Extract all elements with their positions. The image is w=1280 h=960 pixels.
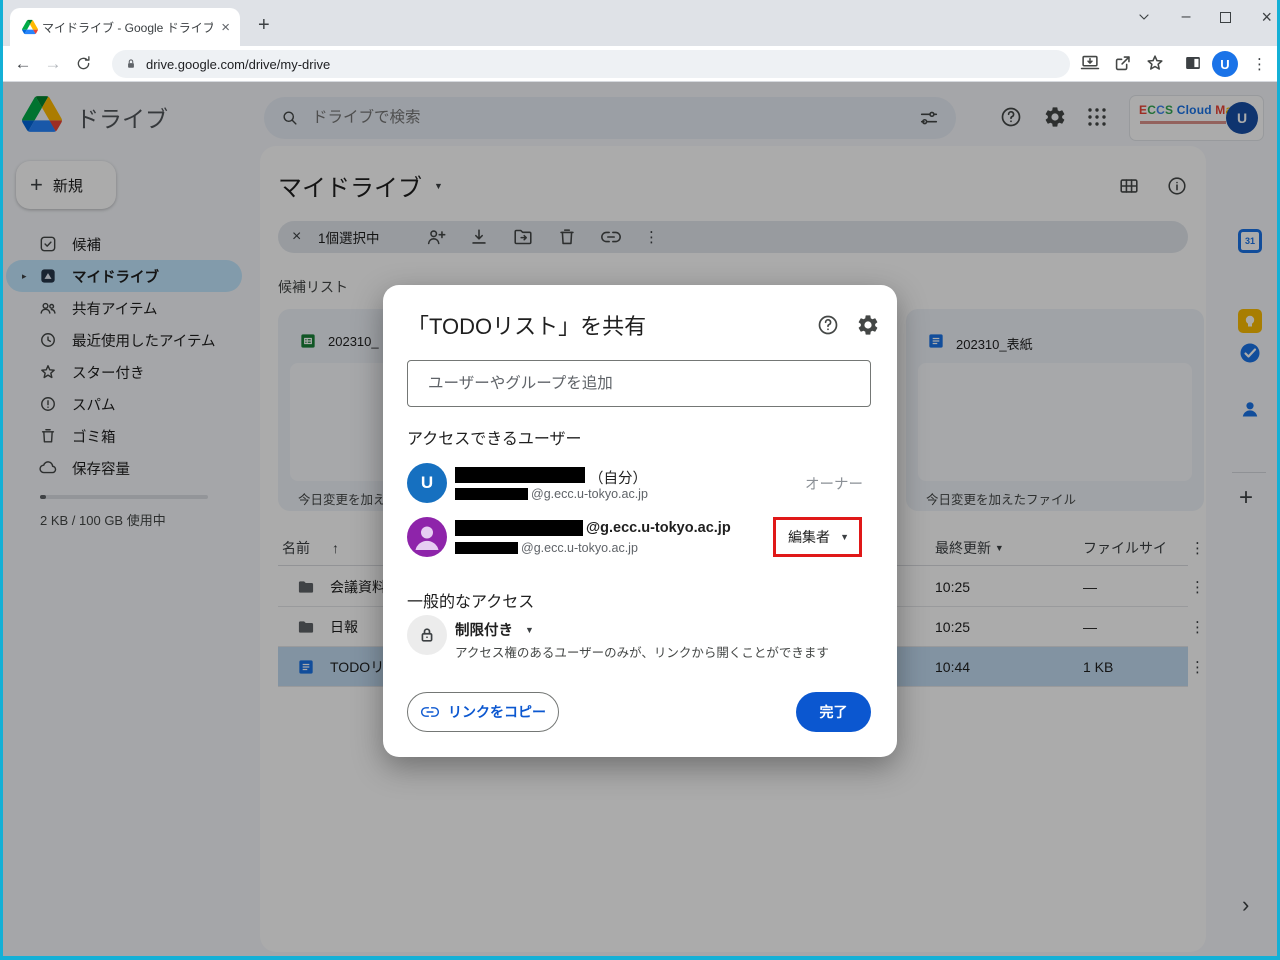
back-button[interactable]: ← bbox=[8, 54, 38, 74]
browser-avatar[interactable]: U bbox=[1212, 51, 1238, 77]
general-access-dropdown[interactable]: 制限付き ▼ bbox=[455, 619, 534, 640]
browser-titlebar: マイドライブ - Google ドライブ × + – × bbox=[0, 0, 1280, 46]
tab-close-icon[interactable]: × bbox=[221, 19, 230, 36]
url-text: drive.google.com/drive/my-drive bbox=[146, 57, 330, 72]
access-caret-icon: ▼ bbox=[525, 625, 534, 635]
owner-email-domain: @g.ecc.u-tokyo.ac.jp bbox=[531, 487, 648, 501]
drive-page: ドライブ ECCS Cloud Mail U + 新規 候補 ▸ マイドライブ … bbox=[0, 82, 1280, 960]
person-row-editor[interactable]: @g.ecc.u-tokyo.ac.jp @g.ecc.u-tokyo.ac.j… bbox=[383, 515, 897, 567]
install-icon[interactable] bbox=[1079, 52, 1101, 74]
window-close-button[interactable]: × bbox=[1261, 7, 1272, 28]
person-icon bbox=[407, 517, 447, 557]
redacted-name bbox=[455, 467, 585, 483]
bookmark-star-icon[interactable] bbox=[1144, 52, 1166, 74]
dialog-title: 「TODOリスト」を共有 bbox=[407, 309, 646, 341]
lock-icon bbox=[124, 57, 138, 71]
editor-role-dropdown[interactable]: 編集者 ▼ bbox=[773, 517, 862, 557]
window-minimize-button[interactable]: – bbox=[1182, 8, 1191, 26]
restricted-description: アクセス権のあるユーザーのみが、リンクから開くことができます bbox=[455, 642, 829, 661]
add-people-input[interactable] bbox=[407, 360, 871, 407]
reload-button[interactable] bbox=[74, 54, 93, 73]
side-panel-icon[interactable] bbox=[1182, 52, 1204, 74]
share-icon[interactable] bbox=[1112, 52, 1134, 74]
redacted-email bbox=[455, 542, 518, 554]
share-dialog: 「TODOリスト」を共有 アクセスできるユーザー U （自分） @g.ecc.u… bbox=[383, 285, 897, 757]
forward-button[interactable]: → bbox=[38, 54, 68, 74]
editor-name-domain: @g.ecc.u-tokyo.ac.jp bbox=[586, 520, 731, 536]
screenshare-frame-bottom bbox=[0, 956, 1280, 960]
browser-toolbar: ← → drive.google.com/drive/my-drive U ⋮ bbox=[0, 46, 1280, 82]
dialog-settings-icon[interactable] bbox=[856, 313, 880, 337]
lock-icon bbox=[417, 625, 437, 645]
people-section-label: アクセスできるユーザー bbox=[407, 425, 582, 449]
restricted-icon-circle bbox=[407, 615, 447, 655]
screenshare-frame-left bbox=[0, 0, 3, 960]
redacted-email bbox=[455, 488, 528, 500]
link-icon bbox=[420, 702, 440, 722]
window-menu-chevron-icon[interactable] bbox=[1136, 9, 1152, 25]
editor-role-label: 編集者 bbox=[788, 527, 830, 547]
drive-favicon bbox=[22, 19, 38, 35]
window-maximize-button[interactable] bbox=[1220, 12, 1231, 23]
redacted-name bbox=[455, 520, 583, 536]
role-caret-icon: ▼ bbox=[840, 532, 849, 542]
url-bar[interactable]: drive.google.com/drive/my-drive bbox=[112, 50, 1070, 78]
copy-link-button[interactable]: リンクをコピー bbox=[407, 692, 559, 732]
dialog-help-icon[interactable] bbox=[816, 313, 840, 337]
tab-title: マイドライブ - Google ドライブ bbox=[42, 19, 213, 36]
owner-avatar: U bbox=[407, 463, 447, 503]
owner-self-label: （自分） bbox=[589, 467, 647, 488]
browser-menu-icon[interactable]: ⋮ bbox=[1252, 55, 1267, 73]
owner-role-label: オーナー bbox=[805, 473, 863, 494]
browser-tab[interactable]: マイドライブ - Google ドライブ × bbox=[10, 8, 240, 46]
copy-link-label: リンクをコピー bbox=[448, 702, 546, 722]
done-button[interactable]: 完了 bbox=[796, 692, 871, 732]
general-access-label: 一般的なアクセス bbox=[407, 588, 534, 612]
editor-avatar bbox=[407, 517, 447, 557]
person-row-owner[interactable]: U （自分） @g.ecc.u-tokyo.ac.jp オーナー bbox=[383, 461, 897, 511]
new-tab-button[interactable]: + bbox=[258, 14, 270, 37]
restricted-label: 制限付き bbox=[455, 619, 513, 640]
editor-email-domain: @g.ecc.u-tokyo.ac.jp bbox=[521, 541, 638, 555]
